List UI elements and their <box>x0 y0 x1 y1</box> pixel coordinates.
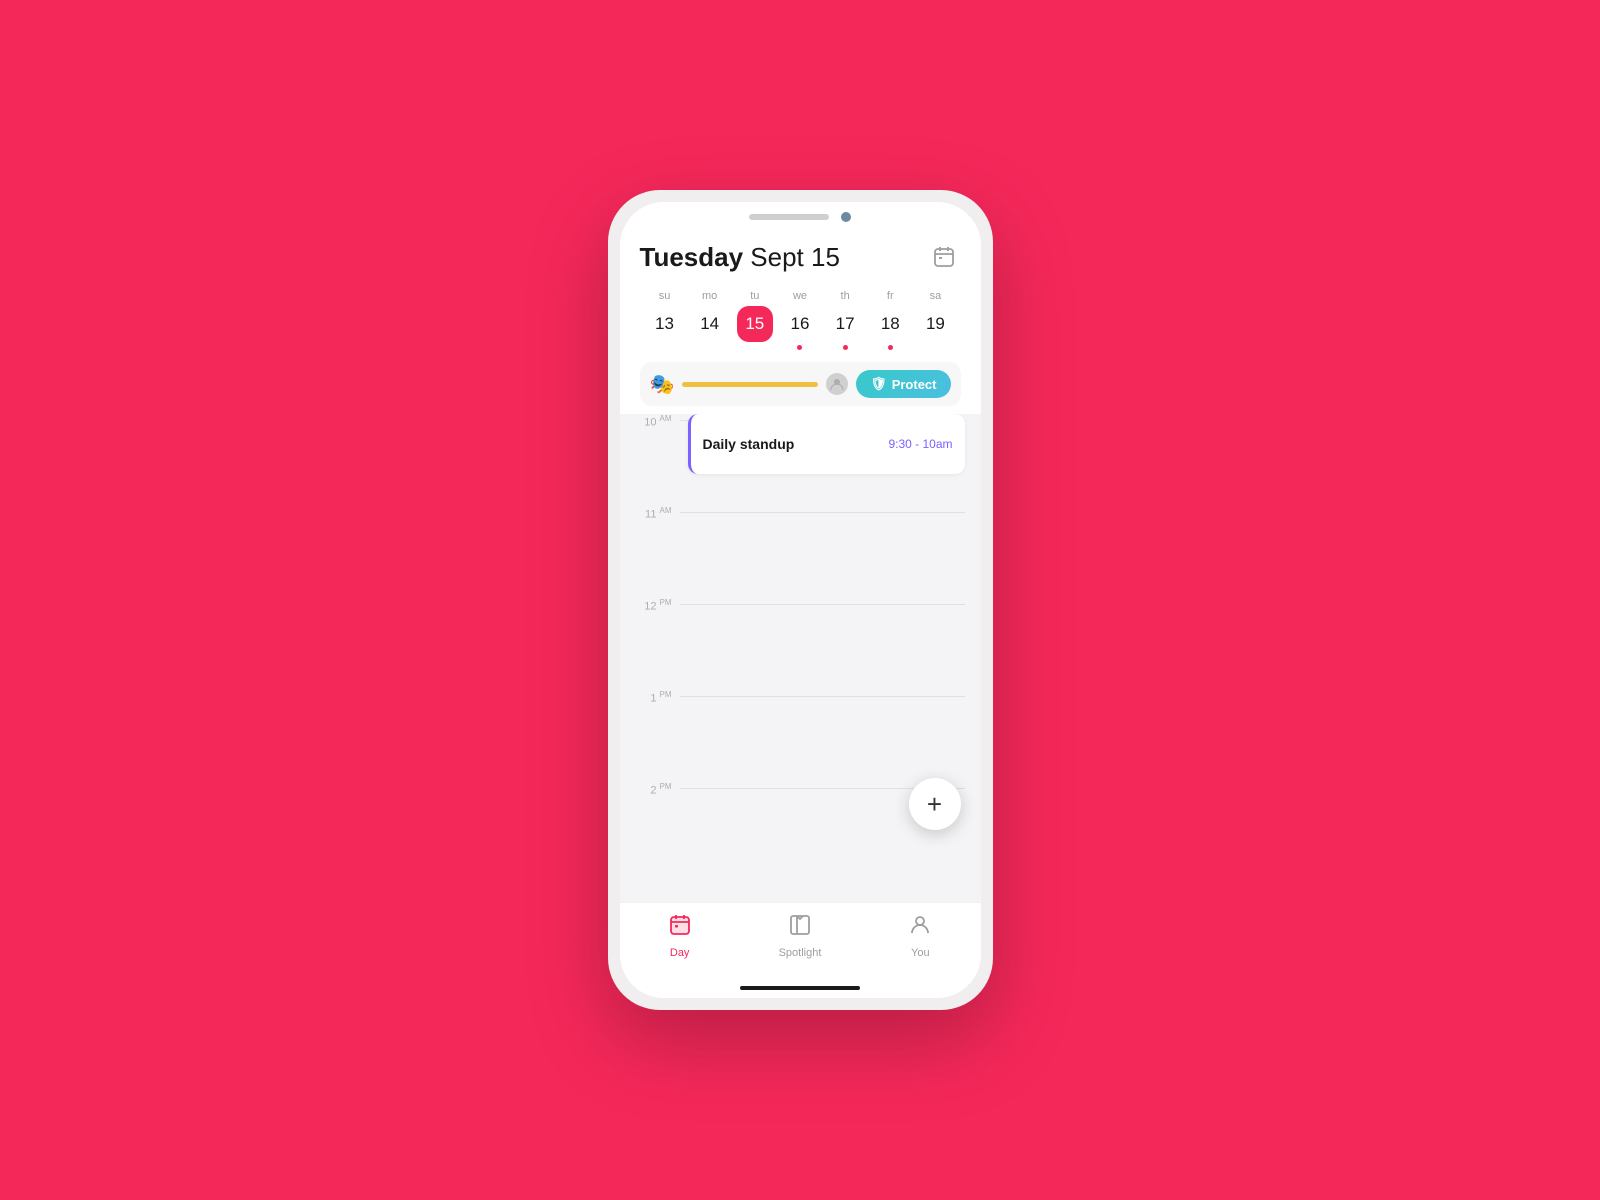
title-regular: Sept 15 <box>743 242 840 272</box>
protect-label: Protect <box>892 377 937 392</box>
time-line-11am <box>680 512 965 513</box>
time-line-12pm <box>680 604 965 605</box>
notch-bar <box>620 202 981 228</box>
day-nav-label: Day <box>670 947 690 959</box>
time-label-2pm: 2 PM <box>636 782 680 797</box>
time-label-1pm: 1 PM <box>636 690 680 705</box>
spotlight-nav-icon <box>788 913 812 943</box>
spotlight-nav-label: Spotlight <box>779 947 822 959</box>
day-cell-mo[interactable]: mo 14 <box>689 290 731 350</box>
title-bold: Tuesday <box>640 242 744 272</box>
calendar-body[interactable]: 10 AM Daily standup 9:30 - 10am 11 AM 12… <box>620 414 981 902</box>
day-cell-sa[interactable]: sa 19 <box>914 290 956 350</box>
add-event-fab[interactable]: + <box>909 778 961 830</box>
event-time: 9:30 - 10am <box>888 437 952 451</box>
home-bar <box>740 986 860 990</box>
time-label-12pm: 12 PM <box>636 598 680 613</box>
nav-item-you[interactable]: You <box>880 913 960 959</box>
time-row-1pm: 1 PM <box>620 690 981 782</box>
event-daily-standup[interactable]: Daily standup 9:30 - 10am <box>688 414 965 474</box>
phone-screen: Tuesday Sept 15 su 13 <box>620 202 981 998</box>
notch-pill <box>749 214 829 220</box>
bottom-nav: Day Spotlight You <box>620 902 981 982</box>
day-cell-su[interactable]: su 13 <box>644 290 686 350</box>
home-indicator <box>620 982 981 998</box>
notch-camera <box>841 212 851 222</box>
protect-button[interactable]: 🛡 Protect <box>856 370 950 398</box>
header-title-row: Tuesday Sept 15 <box>640 240 961 274</box>
time-row-10am: 10 AM Daily standup 9:30 - 10am <box>620 414 981 506</box>
header: Tuesday Sept 15 su 13 <box>620 228 981 414</box>
time-label-11am: 11 AM <box>636 506 680 521</box>
banner-avatar <box>826 373 848 395</box>
day-cell-th[interactable]: th 17 <box>824 290 866 350</box>
you-nav-label: You <box>911 947 930 959</box>
nav-item-day[interactable]: Day <box>640 913 720 959</box>
banner-emoji-icon: 🎭 <box>650 372 675 397</box>
banner-row: 🎭 🛡 Protect <box>640 362 961 406</box>
week-row: su 13 mo 14 tu 15 we 16 <box>640 290 961 350</box>
phone-frame: Tuesday Sept 15 su 13 <box>608 190 993 1010</box>
day-cell-fr[interactable]: fr 18 <box>869 290 911 350</box>
time-line-1pm <box>680 696 965 697</box>
nav-item-spotlight[interactable]: Spotlight <box>760 913 840 959</box>
event-title: Daily standup <box>703 436 795 452</box>
time-row-11am: 11 AM <box>620 506 981 598</box>
you-nav-icon <box>908 913 932 943</box>
day-cell-tu[interactable]: tu 15 <box>734 290 776 350</box>
calendar-icon-button[interactable] <box>927 240 961 274</box>
day-nav-icon <box>668 913 692 943</box>
page-title: Tuesday Sept 15 <box>640 242 840 273</box>
calendar-icon <box>932 245 956 269</box>
shield-icon: 🛡 <box>870 376 887 392</box>
time-row-12pm: 12 PM <box>620 598 981 690</box>
day-cell-we[interactable]: we 16 <box>779 290 821 350</box>
avatar-icon <box>830 377 844 391</box>
banner-progress-bar <box>682 382 818 387</box>
time-label-10am: 10 AM <box>636 414 680 429</box>
